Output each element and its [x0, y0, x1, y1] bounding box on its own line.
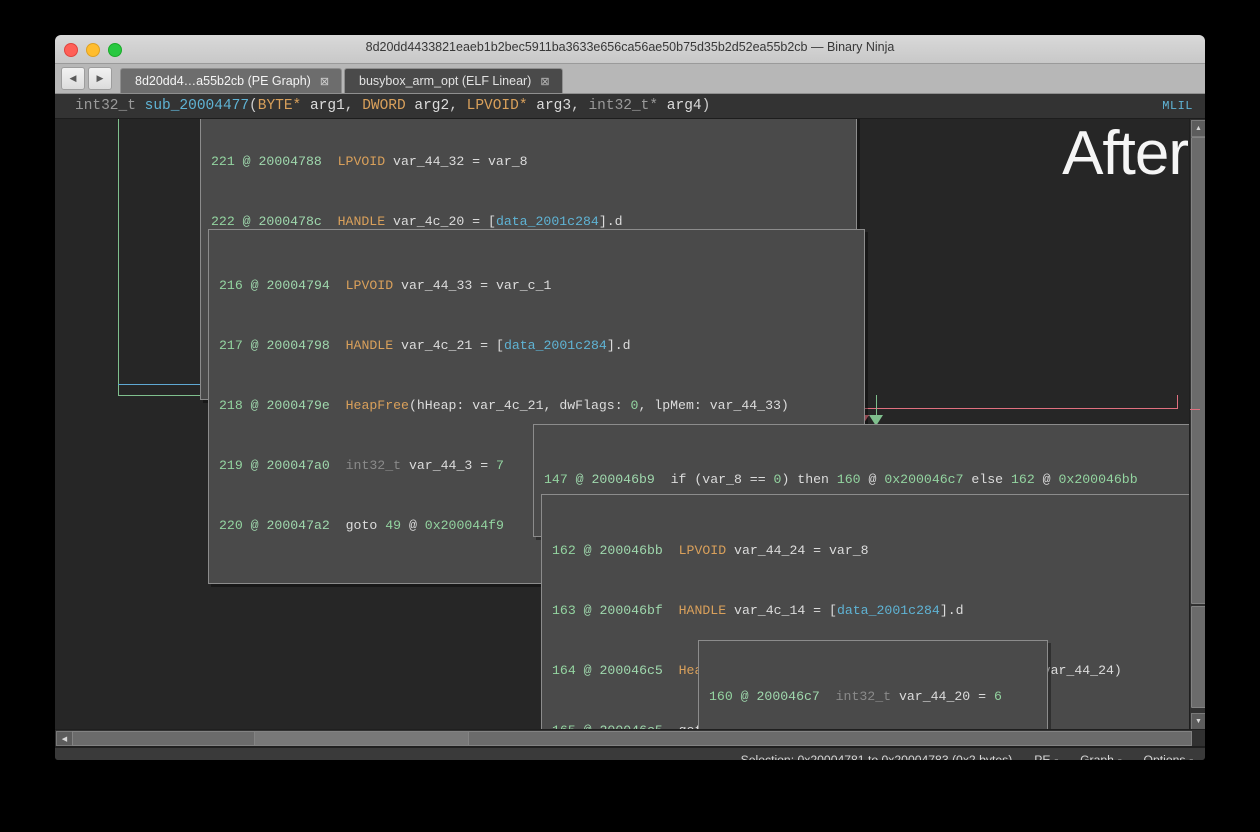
il-line-address: @ 200047a0 — [251, 458, 330, 473]
edge-green-left-vertical — [118, 119, 119, 396]
binary-ninja-window: 8d20dd4433821eaeb1b2bec5911ba3633e656ca5… — [55, 35, 1205, 760]
signature-sep: , — [571, 98, 588, 114]
data-symbol-link[interactable]: data_2001c284 — [504, 338, 607, 353]
il-line-index: 160 — [709, 689, 733, 704]
il-line-index: 217 — [219, 338, 243, 353]
il-line-index: 163 — [552, 603, 576, 618]
signature-arg2-name[interactable]: arg3 — [536, 98, 571, 114]
signature-arg0-name[interactable]: arg1 — [310, 98, 345, 114]
tab-bar: ◀ ▶ 8d20dd4…a55b2cb (PE Graph) ⊠ busybox… — [55, 64, 1205, 94]
options-menu-label: Options — [1143, 753, 1185, 760]
edge-red-horizontal — [863, 408, 1178, 409]
il-line-index: 222 — [211, 214, 235, 229]
tab-elf-linear[interactable]: busybox_arm_opt (ELF Linear) ⊠ — [344, 68, 563, 93]
view-menu[interactable]: Graph ▾ — [1080, 753, 1121, 760]
signature-function-name[interactable]: sub_20004477 — [145, 98, 249, 114]
il-line-index: 162 — [552, 543, 576, 558]
tab-label: busybox_arm_opt (ELF Linear) — [359, 74, 531, 88]
il-line[interactable]: 218 @ 2000479e HeapFree(hHeap: var_4c_21… — [219, 396, 854, 416]
window-titlebar: 8d20dd4433821eaeb1b2bec5911ba3633e656ca5… — [55, 35, 1205, 64]
horizontal-scroll-thumb[interactable] — [254, 731, 471, 746]
il-line-address: @ 200047a2 — [251, 518, 330, 533]
platform-menu-label: PE — [1034, 753, 1050, 760]
il-line-index: 219 — [219, 458, 243, 473]
il-line-index: 164 — [552, 663, 576, 678]
horizontal-scroll-track-left[interactable] — [72, 731, 258, 746]
selection-text: Selection: 0x20004781 to 0x20004783 (0x2… — [741, 753, 1013, 760]
close-icon[interactable]: ⊠ — [320, 75, 329, 88]
screenshot-root: 8d20dd4433821eaeb1b2bec5911ba3633e656ca5… — [0, 0, 1260, 832]
il-line-address: @ 200046c5 — [584, 663, 663, 678]
signature-close-paren: ) — [702, 98, 711, 114]
function-signature-bar: int32_t sub_20004477(BYTE* arg1, DWORD a… — [55, 94, 1205, 119]
graph-canvas[interactable]: After — [55, 119, 1205, 729]
chevron-down-icon: ▾ — [1055, 757, 1059, 760]
nav-buttons: ◀ ▶ — [61, 67, 112, 93]
vertical-scroll-thumb-lower[interactable] — [1191, 606, 1205, 708]
il-line-address: @ 2000478c — [243, 214, 322, 229]
il-mode-label[interactable]: MLIL — [1162, 94, 1193, 118]
edge-red-right-vertical — [1177, 395, 1178, 409]
signature-arg2-type: LPVOID* — [467, 98, 528, 114]
il-line-address: @ 200046bb — [584, 543, 663, 558]
il-line-address: @ 200046b9 — [576, 472, 655, 487]
il-line-index: 216 — [219, 278, 243, 293]
platform-menu[interactable]: PE ▾ — [1034, 753, 1058, 760]
il-line-address: @ 20004798 — [251, 338, 330, 353]
forward-button[interactable]: ▶ — [88, 67, 112, 90]
signature-sep: , — [345, 98, 362, 114]
horizontal-scrollbar[interactable]: ◀ — [55, 729, 1205, 747]
scroll-down-icon[interactable]: ▼ — [1191, 713, 1205, 729]
scroll-up-icon[interactable]: ▲ — [1191, 120, 1205, 137]
data-symbol-link[interactable]: data_2001c284 — [496, 214, 599, 229]
signature-arg1-name[interactable]: arg2 — [414, 98, 449, 114]
il-line-index: 147 — [544, 472, 568, 487]
il-line[interactable]: 217 @ 20004798 HANDLE var_4c_21 = [data_… — [219, 336, 854, 356]
after-watermark: After — [1062, 123, 1188, 185]
horizontal-scroll-track-right[interactable] — [468, 731, 1192, 746]
back-button[interactable]: ◀ — [61, 67, 85, 90]
signature-arg3-type: int32_t* — [588, 98, 658, 114]
il-line[interactable]: 163 @ 200046bf HANDLE var_4c_14 = [data_… — [552, 601, 1187, 621]
window-title: 8d20dd4433821eaeb1b2bec5911ba3633e656ca5… — [55, 40, 1205, 54]
selection-status: Selection: 0x20004781 to 0x20004783 (0x2… — [741, 753, 1013, 760]
il-line-address: @ 200046c7 — [741, 689, 820, 704]
close-icon[interactable]: ⊠ — [540, 75, 549, 88]
il-line-index: 220 — [219, 518, 243, 533]
il-line[interactable]: 216 @ 20004794 LPVOID var_44_33 = var_c_… — [219, 276, 854, 296]
il-line[interactable]: 160 @ 200046c7 int32_t var_44_20 = 6 — [709, 687, 1037, 707]
signature-arg3-name[interactable]: arg4 — [667, 98, 702, 114]
signature-arg1-type: DWORD — [362, 98, 406, 114]
il-line-address: @ 20004794 — [251, 278, 330, 293]
status-bar: Selection: 0x20004781 to 0x20004783 (0x2… — [55, 747, 1205, 760]
signature-open-paren: ( — [249, 98, 258, 114]
basic-block-160[interactable]: 160 @ 200046c7 int32_t var_44_20 = 6 161… — [698, 640, 1048, 729]
signature-arg0-type: BYTE* — [258, 98, 302, 114]
data-symbol-link[interactable]: data_2001c284 — [837, 603, 940, 618]
signature-return-type: int32_t — [75, 98, 136, 114]
signature-sep: , — [449, 98, 466, 114]
options-menu[interactable]: Options ▾ — [1143, 753, 1193, 760]
il-line[interactable]: 221 @ 20004788 LPVOID var_44_32 = var_8 — [211, 152, 846, 172]
vertical-scroll-thumb[interactable] — [1191, 137, 1205, 604]
vertical-scrollbar[interactable]: ▲ ▼ — [1189, 119, 1205, 729]
api-call-name[interactable]: HeapFree — [346, 398, 409, 413]
il-line[interactable]: 147 @ 200046b9 if (var_8 == 0) then 160 … — [544, 470, 1205, 490]
il-line-index: 221 — [211, 154, 235, 169]
il-line-address: @ 2000479e — [251, 398, 330, 413]
resize-grip-icon[interactable] — [1191, 759, 1203, 760]
view-menu-label: Graph — [1080, 753, 1114, 760]
tab-pe-graph[interactable]: 8d20dd4…a55b2cb (PE Graph) ⊠ — [120, 68, 342, 93]
il-line[interactable]: 162 @ 200046bb LPVOID var_44_24 = var_8 — [552, 541, 1187, 561]
scrollbar-selection-marker — [1190, 409, 1200, 410]
il-line-address: @ 200046bf — [584, 603, 663, 618]
il-line-index: 218 — [219, 398, 243, 413]
chevron-down-icon: ▾ — [1118, 757, 1122, 760]
tab-label: 8d20dd4…a55b2cb (PE Graph) — [135, 74, 311, 88]
scroll-left-icon[interactable]: ◀ — [56, 731, 73, 746]
il-line-address: @ 20004788 — [243, 154, 322, 169]
